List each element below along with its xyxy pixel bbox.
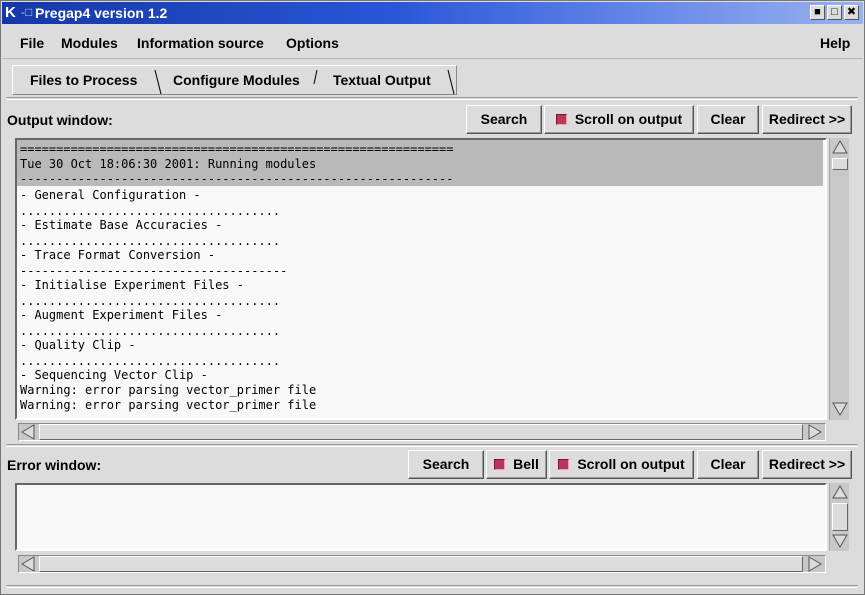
status-divider [6, 585, 858, 588]
output-line: - Augment Experiment Files - [20, 308, 223, 322]
scroll-down-arrow-icon[interactable] [831, 531, 849, 549]
scroll-thumb[interactable] [832, 503, 848, 531]
error-vertical-scrollbar[interactable] [829, 483, 849, 551]
output-line: Warning: error parsing vector_primer fil… [20, 383, 317, 397]
output-line: - Trace Format Conversion - [20, 248, 216, 262]
error-redirect-button[interactable]: Redirect >> [762, 450, 852, 479]
error-panel-header: Error window: Search Bell Scroll on outp… [2, 450, 863, 480]
scroll-right-arrow-icon[interactable] [805, 423, 823, 441]
output-clear-button[interactable]: Clear [697, 105, 759, 134]
scroll-on-output-label: Scroll on output [574, 111, 683, 127]
scroll-thumb[interactable] [832, 158, 848, 170]
pregap4-window: K -□ Pregap4 version 1.2 ■ □ ✖ File Modu… [0, 0, 865, 595]
bell-label: Bell [513, 456, 539, 472]
error-bell-toggle[interactable]: Bell [486, 450, 547, 479]
output-line: Tue 30 Oct 18:06:30 2001: Running module… [20, 157, 317, 171]
scroll-left-arrow-icon[interactable] [20, 555, 38, 573]
output-scroll-on-output-toggle[interactable]: Scroll on output [544, 105, 694, 134]
tab-separator [313, 69, 318, 85]
checkbox-indicator-icon [558, 459, 570, 470]
kde-logo-icon[interactable]: K [5, 4, 21, 21]
output-horizontal-scrollbar[interactable] [18, 423, 826, 441]
tab-bar: Files to Process Configure Modules Textu… [2, 61, 863, 97]
output-line: - Initialise Experiment Files - [20, 278, 244, 292]
output-line: ========================================… [20, 142, 454, 156]
output-redirect-button[interactable]: Redirect >> [762, 105, 852, 134]
scroll-left-arrow-icon[interactable] [20, 423, 38, 441]
error-search-button[interactable]: Search [408, 450, 484, 479]
scroll-up-arrow-icon[interactable] [831, 139, 849, 157]
scroll-thumb[interactable] [39, 424, 803, 440]
menu-bar: File Modules Information source Options … [2, 26, 863, 59]
maximize-icon[interactable]: □ [827, 5, 842, 20]
menu-file[interactable]: File [20, 34, 44, 52]
tab-files-to-process[interactable]: Files to Process [30, 71, 137, 89]
menu-information-source[interactable]: Information source [137, 34, 264, 52]
menu-help[interactable]: Help [820, 34, 850, 52]
minimize-icon[interactable]: ■ [810, 5, 825, 20]
checkbox-indicator-icon [555, 114, 567, 125]
output-line: - Sequencing Vector Clip - [20, 368, 208, 382]
menu-modules[interactable]: Modules [61, 34, 118, 52]
output-line: - Estimate Base Accuracies - [20, 218, 223, 232]
output-line: ------------------------------------- [20, 264, 288, 278]
window-title: Pregap4 version 1.2 [35, 5, 168, 21]
scroll-down-arrow-icon[interactable] [831, 399, 849, 417]
output-vertical-scrollbar[interactable] [829, 138, 849, 420]
checkbox-indicator-icon [494, 459, 506, 470]
output-line: - Quality Clip - [20, 338, 136, 352]
section-divider [6, 97, 858, 100]
error-search-label: Search [422, 456, 470, 472]
output-line: .................................... [20, 354, 281, 368]
output-text-area[interactable]: ========================================… [15, 138, 827, 420]
output-line: - General Configuration - [20, 188, 201, 202]
output-line: Warning: error parsing vector_primer fil… [20, 398, 317, 412]
error-window-label: Error window: [7, 457, 102, 473]
tab-textual-output[interactable]: Textual Output [333, 71, 431, 89]
output-search-button[interactable]: Search [466, 105, 542, 134]
error-redirect-label: Redirect >> [768, 456, 846, 472]
close-icon[interactable]: ✖ [844, 5, 859, 20]
error-text-area[interactable] [15, 483, 827, 551]
output-line: ----------------------------------------… [20, 172, 454, 186]
output-redirect-label: Redirect >> [768, 111, 846, 127]
error-scroll-on-output-toggle[interactable]: Scroll on output [549, 450, 694, 479]
tab-separator [447, 69, 455, 95]
scroll-up-arrow-icon[interactable] [831, 484, 849, 502]
scroll-right-arrow-icon[interactable] [805, 555, 823, 573]
menu-options[interactable]: Options [286, 34, 339, 52]
pin-icon[interactable]: -□ [21, 4, 32, 21]
output-line: .................................... [20, 204, 281, 218]
output-line: .................................... [20, 234, 281, 248]
output-clear-label: Clear [710, 111, 746, 127]
output-line: .................................... [20, 324, 281, 338]
output-window-label: Output window: [7, 112, 113, 128]
error-clear-button[interactable]: Clear [697, 450, 759, 479]
error-horizontal-scrollbar[interactable] [18, 555, 826, 573]
section-divider [6, 444, 858, 447]
error-clear-label: Clear [710, 456, 746, 472]
tab-separator [154, 69, 162, 95]
scroll-thumb[interactable] [39, 556, 803, 572]
output-search-label: Search [480, 111, 528, 127]
title-bar[interactable]: K -□ Pregap4 version 1.2 ■ □ ✖ [2, 2, 863, 24]
output-panel-header: Output window: Search Scroll on output C… [2, 105, 863, 135]
tab-configure-modules[interactable]: Configure Modules [173, 71, 300, 89]
output-line: .................................... [20, 294, 281, 308]
scroll-on-output-label: Scroll on output [577, 456, 685, 472]
